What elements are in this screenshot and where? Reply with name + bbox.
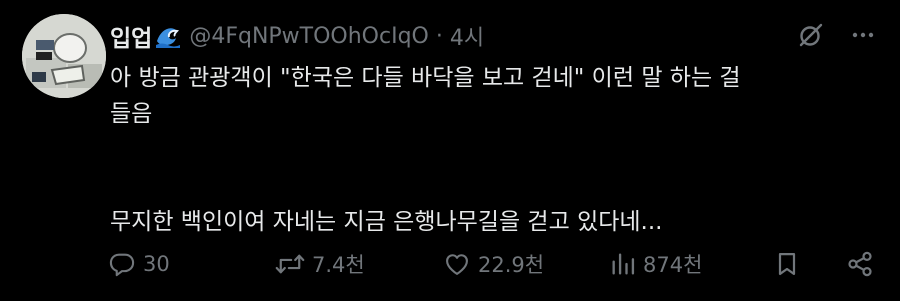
reply-button[interactable]: 30	[108, 244, 170, 284]
share-icon	[846, 250, 874, 278]
handle[interactable]: @4FqNPwTOOhOcIqO	[189, 24, 429, 49]
bookmark-button[interactable]	[774, 244, 800, 284]
more-icon[interactable]	[848, 20, 878, 50]
views-button[interactable]: 874천	[610, 244, 702, 284]
reply-count: 30	[143, 252, 170, 276]
like-icon	[443, 250, 471, 278]
tweet-line-3: 무지한 백인이여 자네는 지금 은행나무길을 걷고 있다네...	[110, 209, 663, 235]
tweet-line-1: 아 방금 관광객이 "한국은 다들 바닥을 보고 걷네" 이런 말 하는 걸	[110, 65, 741, 91]
tweet-header: 입업 @4FqNPwTOOhOcIqO · 4시	[110, 18, 484, 54]
display-name[interactable]: 입업	[110, 19, 152, 53]
tweet-text: 아 방금 관광객이 "한국은 다들 바닥을 보고 걷네" 이런 말 하는 걸 들…	[110, 60, 870, 240]
tweet-top-actions	[796, 20, 878, 50]
repost-button[interactable]: 7.4천	[275, 244, 365, 284]
avatar-drawing	[22, 14, 106, 98]
views-count: 874천	[643, 253, 703, 277]
avatar[interactable]	[22, 14, 106, 98]
separator-dot: ·	[435, 23, 443, 49]
grok-icon[interactable]	[796, 20, 826, 50]
tweet-line-2: 들음	[110, 101, 153, 127]
share-button[interactable]	[846, 244, 874, 284]
action-bar: 30 7.4천 22.9천 874천	[108, 244, 878, 284]
like-count: 22.9천	[478, 253, 545, 277]
like-button[interactable]: 22.9천	[443, 244, 544, 284]
wave-icon	[155, 23, 181, 49]
tweet[interactable]: 입업 @4FqNPwTOOhOcIqO · 4시 아 방금 관광객이 "한국은 …	[0, 0, 900, 301]
repost-count: 7.4천	[312, 253, 365, 277]
repost-icon	[275, 250, 305, 278]
views-icon	[610, 250, 636, 278]
reply-icon	[108, 250, 136, 278]
bookmark-icon	[774, 250, 800, 278]
timestamp[interactable]: 4시	[450, 20, 484, 52]
